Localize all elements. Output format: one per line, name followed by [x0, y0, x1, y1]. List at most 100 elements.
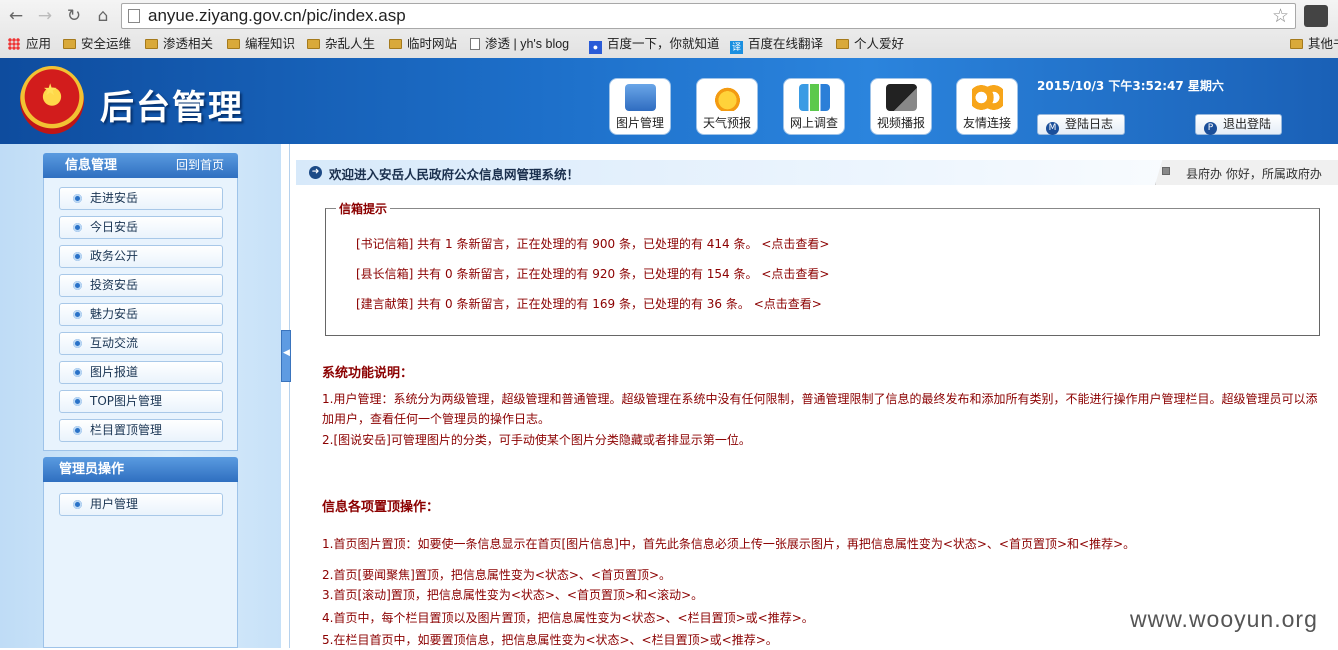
bookmark-label: 其他书签	[1308, 37, 1338, 51]
bookmark-folder[interactable]: 个人爱好	[836, 35, 904, 53]
user-info-text: 县府办 你好，所属政府办	[1186, 167, 1322, 181]
sidebar-item-label: TOP图片管理	[90, 394, 163, 408]
weather-sun-icon	[712, 84, 743, 111]
sidebar-section-info: 信息管理 回到首页	[43, 153, 238, 178]
system-description-2: 2.[图说安岳]可管理图片的分类，可手动使某个图片分类隐藏或者排显示第一位。	[322, 433, 751, 447]
sidebar-item[interactable]: TOP图片管理	[59, 390, 223, 413]
back-home-link[interactable]: 回到首页	[176, 153, 224, 178]
tool-label: 网上调查	[789, 116, 838, 130]
tool-weather[interactable]: 天气预报	[696, 78, 758, 135]
datetime: 2015/10/3 下午3:52:47 星期六	[1037, 79, 1224, 93]
tool-video[interactable]: 视频播报	[870, 78, 932, 135]
bookmark-label: 百度一下，你就知道	[607, 37, 720, 51]
tool-survey[interactable]: 网上调查	[783, 78, 845, 135]
pin-operation-3: 3.首页[滚动]置顶，把信息属性变为<状态>、<首页置顶>和<滚动>。	[322, 588, 704, 602]
sidebar-divider	[289, 144, 290, 648]
tool-friend-links[interactable]: 友情连接	[956, 78, 1018, 135]
page-icon	[470, 38, 480, 50]
sidebar-section-body: 用户管理	[43, 482, 238, 648]
picture-icon	[625, 84, 656, 111]
sidebar-item-label: 投资安岳	[90, 278, 139, 292]
collapse-arrow-icon: ◀	[283, 348, 290, 358]
page-title: 后台管理	[100, 88, 244, 128]
bookmark-label: 渗透相关	[163, 37, 214, 51]
sidebar-item[interactable]: 图片报道	[59, 361, 223, 384]
logout-label: 退出登陆	[1223, 117, 1272, 131]
sidebar-item-label: 互动交流	[90, 336, 139, 350]
forward-icon[interactable]: →	[34, 5, 56, 27]
back-icon[interactable]: ←	[5, 5, 27, 27]
sidebar-item[interactable]: 互动交流	[59, 332, 223, 355]
bookmark-link[interactable]: ● 百度一下，你就知道	[589, 35, 720, 54]
home-icon[interactable]: ⌂	[92, 5, 114, 27]
sidebar-item-label: 今日安岳	[90, 220, 139, 234]
bookmarks-bar: 应用 安全运维 渗透相关 编程知识 杂乱人生 临时网站 渗透 | yh's bl…	[0, 32, 1338, 56]
bookmark-folder-other[interactable]: 其他书签	[1290, 35, 1338, 53]
log-icon: M	[1046, 122, 1059, 135]
bookmark-apps[interactable]: 应用	[8, 35, 51, 53]
bookmark-folder[interactable]: 安全运维	[63, 35, 131, 53]
extension-icon[interactable]	[1304, 5, 1328, 27]
bullet-icon	[73, 368, 82, 377]
bookmark-folder[interactable]: 渗透相关	[145, 35, 213, 53]
apps-icon	[8, 38, 20, 50]
sidebar-item[interactable]: 魅力安岳	[59, 303, 223, 326]
translate-icon: 译	[730, 41, 743, 54]
reload-icon[interactable]: ↻	[63, 5, 85, 27]
bullet-icon	[73, 310, 82, 319]
national-emblem-logo: ★	[20, 66, 84, 134]
sidebar-item-label: 走进安岳	[90, 191, 139, 205]
tool-label: 天气预报	[702, 116, 751, 130]
sidebar-item-label: 魅力安岳	[90, 307, 139, 321]
user-icon	[1162, 167, 1170, 175]
sidebar-item[interactable]: 走进安岳	[59, 187, 223, 210]
sidebar-item[interactable]: 今日安岳	[59, 216, 223, 239]
sidebar-item-user-management[interactable]: 用户管理	[59, 493, 223, 516]
address-bar[interactable]: anyue.ziyang.gov.cn/pic/index.asp ☆	[121, 3, 1296, 29]
browser-chrome: ← → ↻ ⌂ anyue.ziyang.gov.cn/pic/index.as…	[0, 0, 1338, 58]
sidebar-collapse-toggle[interactable]: ◀	[281, 330, 291, 382]
bookmark-star-icon[interactable]: ☆	[1272, 5, 1289, 27]
bookmark-label: 应用	[26, 37, 52, 51]
folder-icon	[389, 39, 402, 49]
tool-picture-management[interactable]: 图片管理	[609, 78, 671, 135]
bookmark-label: 临时网站	[407, 37, 458, 51]
watermark: www.wooyun.org	[1130, 606, 1318, 632]
bar-chart-icon	[799, 84, 830, 111]
baidu-paw-icon: ●	[589, 41, 602, 54]
sidebar-section-admin: 管理员操作	[43, 457, 238, 482]
bookmark-folder[interactable]: 编程知识	[227, 35, 295, 53]
bookmark-folder[interactable]: 临时网站	[389, 35, 457, 53]
sidebar-item[interactable]: 投资安岳	[59, 274, 223, 297]
bookmark-label: 百度在线翻译	[748, 37, 824, 51]
page-icon	[128, 9, 140, 23]
logout-button[interactable]: P 退出登陆	[1195, 114, 1282, 135]
sidebar-item[interactable]: 政务公开	[59, 245, 223, 268]
user-info-bar: 县府办 你好，所属政府办	[1155, 160, 1338, 185]
pin-operation-2: 2.首页[要闻聚焦]置顶，把信息属性变为<状态>、<首页置顶>。	[322, 568, 672, 582]
folder-icon	[63, 39, 76, 49]
tool-label: 视频播报	[876, 116, 925, 130]
bullet-icon	[73, 281, 82, 290]
bookmark-label: 编程知识	[245, 37, 296, 51]
login-log-button[interactable]: M 登陆日志	[1037, 114, 1125, 135]
url-text[interactable]: anyue.ziyang.gov.cn/pic/index.asp	[148, 6, 406, 26]
mailbox-row[interactable]: [书记信箱] 共有 1 条新留言，正在处理的有 900 条，已处理的有 414 …	[356, 235, 829, 252]
sidebar-section-body: 走进安岳 今日安岳 政务公开 投资安岳 魅力安岳 互动交流 图片报道 TOP图片…	[43, 178, 238, 451]
welcome-text: 欢迎进入安岳人民政府公众信息网管理系统！	[329, 167, 580, 182]
sidebar-item-label: 栏目置顶管理	[90, 423, 163, 437]
mailbox-row[interactable]: [建言献策] 共有 0 条新留言，正在处理的有 169 条，已处理的有 36 条…	[356, 295, 822, 312]
bookmark-link[interactable]: 渗透 | yh's blog	[470, 35, 569, 53]
mailbox-legend: 信箱提示	[336, 200, 391, 217]
bookmark-link[interactable]: 译百度在线翻译	[730, 35, 824, 54]
mailbox-row[interactable]: [县长信箱] 共有 0 条新留言，正在处理的有 920 条，已处理的有 154 …	[356, 265, 829, 282]
login-log-label: 登陆日志	[1065, 117, 1114, 131]
bookmark-label: 个人爱好	[854, 37, 905, 51]
bookmark-folder[interactable]: 杂乱人生	[307, 35, 375, 53]
folder-icon	[836, 39, 849, 49]
sidebar-item[interactable]: 栏目置顶管理	[59, 419, 223, 442]
folder-icon	[1290, 39, 1303, 49]
bookmark-label: 渗透 | yh's blog	[485, 37, 570, 51]
sidebar: 信息管理 回到首页 走进安岳 今日安岳 政务公开 投资安岳 魅力安岳 互动交流 …	[0, 144, 281, 648]
bullet-icon	[73, 500, 82, 509]
